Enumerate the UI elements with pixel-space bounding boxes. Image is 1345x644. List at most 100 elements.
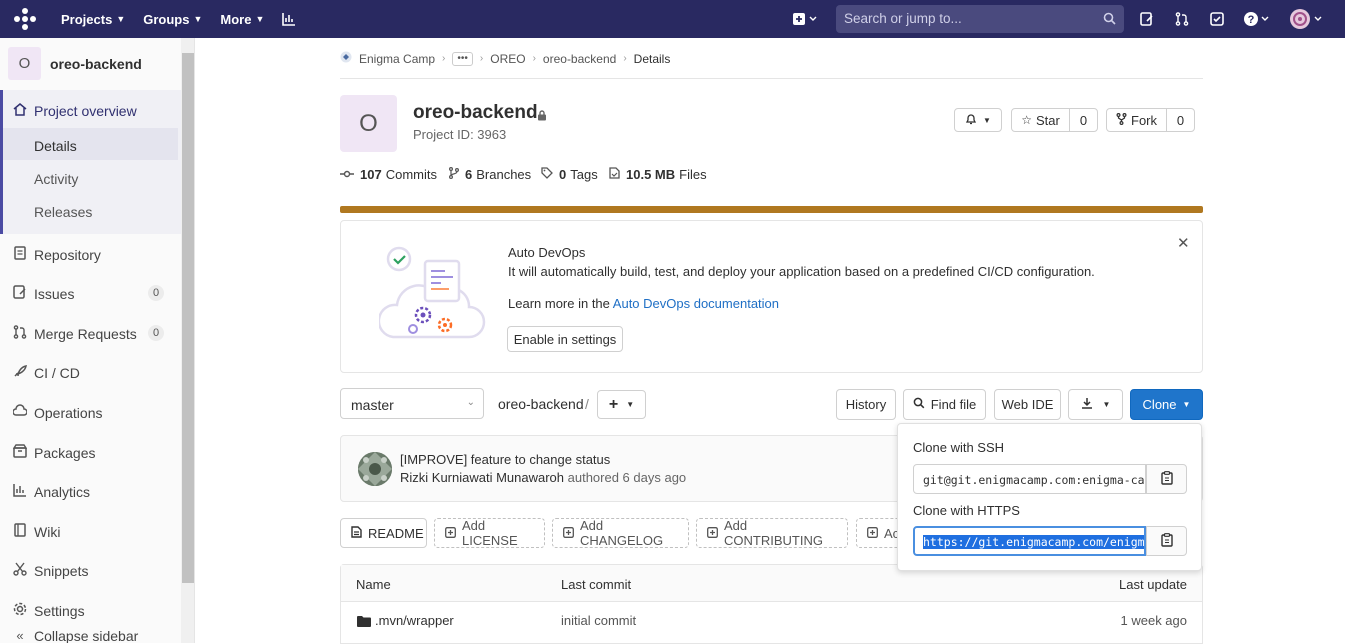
- search-input[interactable]: Search or jump to...: [836, 5, 1124, 33]
- stat-files[interactable]: 10.5 MB Files: [609, 167, 707, 182]
- files-label: Files: [679, 167, 707, 182]
- sidebar-item-settings[interactable]: Settings: [12, 602, 85, 619]
- collapse-sidebar-label: Collapse sidebar: [34, 627, 139, 644]
- sidebar-project-header[interactable]: O oreo-backend: [8, 47, 142, 80]
- fork-icon: [1116, 112, 1127, 128]
- scrollbar-thumb[interactable]: [182, 53, 194, 583]
- sidebar-item-wiki[interactable]: Wiki: [12, 523, 60, 540]
- chevron-down-icon: ▼: [1182, 400, 1191, 409]
- fork-count[interactable]: 0: [1166, 108, 1195, 132]
- breadcrumb-group[interactable]: Enigma Camp: [359, 52, 435, 66]
- add-license-button[interactable]: Add LICENSE: [434, 518, 545, 548]
- row-name[interactable]: .mvn/wrapper: [375, 613, 454, 628]
- sidebar-item-merge-requests[interactable]: Merge Requests: [12, 325, 137, 342]
- merge-requests-icon[interactable]: [1175, 12, 1189, 29]
- copy-ssh-button[interactable]: [1146, 464, 1187, 494]
- column-header-last-update: Last update: [1119, 577, 1187, 592]
- tags-label: Tags: [570, 167, 598, 182]
- sidebar-item-cicd[interactable]: CI / CD: [12, 364, 80, 381]
- add-contributing-button[interactable]: Add CONTRIBUTING: [696, 518, 848, 548]
- issues-icon[interactable]: [1140, 12, 1154, 29]
- nav-projects[interactable]: Projects ▼: [61, 12, 125, 27]
- copy-https-button[interactable]: [1146, 526, 1187, 556]
- readme-button[interactable]: README: [340, 518, 427, 548]
- sidebar-item-details[interactable]: Details: [34, 138, 77, 154]
- history-button[interactable]: History: [836, 389, 896, 420]
- clone-ssh-input[interactable]: git@git.enigmacamp.com:enigma-camp/oreo/…: [913, 464, 1146, 494]
- sidebar-item-project-overview[interactable]: Project overview: [12, 102, 137, 119]
- sidebar-item-issues[interactable]: Issues: [12, 285, 74, 302]
- search-placeholder: Search or jump to...: [844, 11, 962, 26]
- sidebar-item-repository[interactable]: Repository: [12, 246, 101, 263]
- clone-https-input[interactable]: https://git.enigmacamp.com/enigma-camp/o…: [913, 526, 1146, 556]
- sidebar-item-packages[interactable]: Packages: [12, 444, 95, 461]
- user-avatar[interactable]: [1289, 8, 1329, 33]
- commit-author[interactable]: Rizki Kurniawati Munawaroh: [400, 470, 564, 485]
- fork-label: Fork: [1131, 112, 1157, 128]
- sidebar-project-name: oreo-backend: [50, 55, 142, 72]
- stat-branches[interactable]: 6 Branches: [449, 167, 531, 182]
- breadcrumb-expand-button[interactable]: •••: [452, 51, 473, 66]
- repo-path-root[interactable]: oreo-backend: [498, 396, 584, 412]
- clone-dropdown-menu: Clone with SSH git@git.enigmacamp.com:en…: [897, 423, 1202, 571]
- project-avatar: O: [8, 47, 41, 80]
- chevron-down-icon: ⌄: [466, 397, 475, 408]
- plus-icon: +: [608, 395, 619, 413]
- sidebar-scrollbar[interactable]: [181, 38, 194, 643]
- download-dropdown[interactable]: ▼: [1068, 389, 1123, 420]
- commit-title[interactable]: [IMPROVE] feature to change status: [400, 452, 610, 467]
- gitlab-logo-icon[interactable]: [13, 7, 37, 31]
- fork-button[interactable]: Fork: [1106, 108, 1167, 132]
- download-icon: [1081, 397, 1093, 412]
- notification-dropdown[interactable]: ▼: [954, 108, 1002, 132]
- scissors-icon: [12, 562, 28, 579]
- star-count[interactable]: 0: [1069, 108, 1098, 132]
- stat-tags[interactable]: 0 Tags: [541, 167, 598, 182]
- breadcrumb-project[interactable]: oreo-backend: [543, 52, 616, 66]
- sidebar-item-snippets[interactable]: Snippets: [12, 562, 88, 579]
- star-button[interactable]: ☆ Star: [1011, 108, 1070, 132]
- row-last-commit[interactable]: initial commit: [561, 613, 636, 628]
- devops-docs-link[interactable]: Auto DevOps documentation: [613, 296, 779, 311]
- new-item-plus-icon[interactable]: [793, 11, 819, 30]
- chart-icon: [12, 483, 28, 500]
- clone-https-label: Clone with HTTPS: [913, 503, 1020, 518]
- help-icon[interactable]: ?: [1243, 11, 1271, 30]
- nav-groups[interactable]: Groups ▼: [143, 12, 202, 27]
- commits-count: 107: [360, 167, 382, 182]
- sidebar-item-releases[interactable]: Releases: [34, 204, 92, 220]
- sidebar-item-activity[interactable]: Activity: [34, 171, 78, 187]
- plus-square-icon: [707, 526, 718, 541]
- add-changelog-button[interactable]: Add CHANGELOG: [552, 518, 689, 548]
- sidebar-item-label: Merge Requests: [34, 325, 137, 342]
- add-to-tree-dropdown[interactable]: + ▼: [597, 390, 646, 419]
- devops-description: It will automatically build, test, and d…: [508, 264, 1095, 279]
- branch-selector[interactable]: master ⌄: [340, 388, 484, 419]
- close-icon[interactable]: ✕: [1177, 234, 1190, 252]
- chevron-down-icon: ▼: [983, 115, 991, 125]
- branches-count: 6: [465, 167, 473, 182]
- breadcrumb-subgroup[interactable]: OREO: [490, 52, 525, 66]
- sidebar-item-analytics[interactable]: Analytics: [12, 483, 90, 500]
- web-ide-button[interactable]: Web IDE: [994, 389, 1061, 420]
- clone-dropdown-button[interactable]: Clone ▼: [1130, 389, 1203, 420]
- star-icon: ☆: [1021, 113, 1032, 127]
- readme-label: README: [368, 525, 424, 541]
- commit-author-avatar[interactable]: [358, 452, 392, 486]
- merge-requests-icon: [12, 325, 28, 342]
- project-id: Project ID: 3963: [413, 127, 507, 142]
- breadcrumb: Enigma Camp › ••• › OREO › oreo-backend …: [340, 51, 670, 66]
- commit-icon: [340, 168, 354, 182]
- branches-label: Branches: [476, 167, 532, 182]
- sidebar-item-label: Analytics: [34, 483, 91, 500]
- nav-more[interactable]: More ▼: [220, 12, 264, 27]
- todos-icon[interactable]: [1210, 12, 1224, 29]
- collapse-sidebar-button[interactable]: « Collapse sidebar: [12, 628, 182, 643]
- stat-commits[interactable]: 107 Commits: [340, 167, 437, 182]
- enable-in-settings-button[interactable]: Enable in settings: [507, 326, 623, 352]
- sidebar-item-operations[interactable]: Operations: [12, 404, 102, 421]
- find-file-button[interactable]: Find file: [903, 389, 986, 420]
- activity-chart-icon[interactable]: [282, 12, 296, 26]
- plus-square-icon: [867, 526, 878, 541]
- copy-icon: [1160, 532, 1173, 550]
